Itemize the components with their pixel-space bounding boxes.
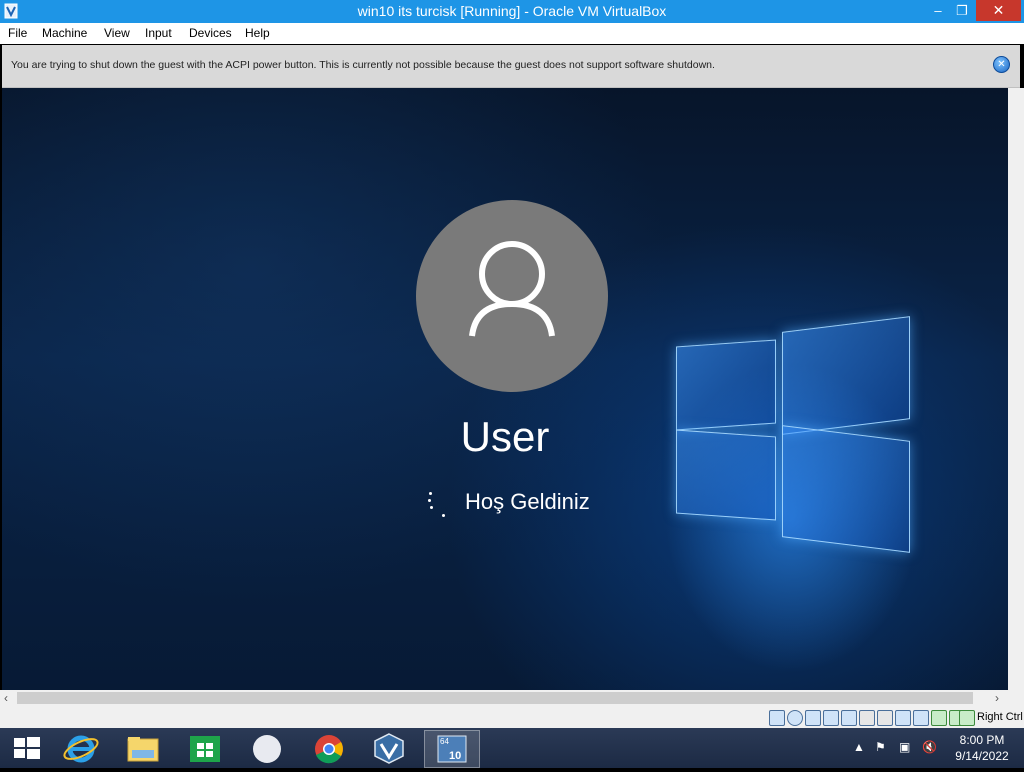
vm-status-bar: Right Ctrl [0,707,1024,728]
virtualization-icon[interactable] [931,710,947,726]
audio-icon[interactable] [805,710,821,726]
host-key-label[interactable]: Right Ctrl [977,711,1023,723]
scroll-left-icon[interactable]: ‹ [4,691,8,705]
taskbar-blank-app[interactable] [240,730,294,766]
close-button[interactable]: ✕ [976,0,1021,21]
scrollbar-thumb[interactable] [17,692,973,704]
taskbar-vm-win10[interactable]: 64 10 [424,730,480,768]
menu-devices[interactable]: Devices [189,26,232,40]
clock-time[interactable]: 8:00 PM [952,733,1012,747]
username-label: User [460,413,550,460]
clock-date[interactable]: 9/14/2022 [950,749,1014,763]
chrome-icon[interactable] [302,730,356,766]
taskbar-store[interactable] [178,730,232,766]
vm-badge-text: 64 [440,737,449,746]
action-center-flag-icon[interactable]: ⚑ [875,740,886,754]
start-button[interactable] [0,730,54,766]
notification-message: You are trying to shut down the guest wi… [11,59,715,71]
menu-input[interactable]: Input [145,26,172,40]
keyboard-capture-icon[interactable] [959,710,975,726]
horizontal-scrollbar[interactable]: ‹ › [0,690,1024,707]
guest-display[interactable]: User Hoş Geldiniz [2,88,1008,690]
window-titlebar[interactable]: win10 its turcisk [Running] - Oracle VM … [0,0,1024,23]
optical-drive-icon[interactable] [787,710,803,726]
user-icon [469,241,555,337]
vm-win10-icon[interactable]: 64 10 [425,731,479,767]
maximize-button[interactable]: ❐ [947,0,977,21]
store-icon[interactable] [178,730,232,766]
cpu-icon[interactable] [913,710,929,726]
internet-explorer-icon[interactable] [54,730,108,766]
notification-banner: You are trying to shut down the guest wi… [2,45,1020,88]
taskbar-internet-explorer[interactable] [54,730,108,766]
vm-badge-num: 10 [449,750,461,762]
menu-help[interactable]: Help [245,26,270,40]
folder-icon[interactable] [116,730,170,766]
menu-file[interactable]: File [8,26,27,40]
taskbar: 64 10 ▲ ⚑ ▣ 🔇 8:00 PM 9/14/2022 [0,728,1024,768]
taskbar-chrome[interactable] [302,730,356,766]
taskbar-virtualbox[interactable] [362,730,416,766]
guest-right-gutter [1008,88,1024,690]
volume-muted-icon[interactable]: 🔇 [922,740,937,754]
windows-start-icon[interactable] [0,730,54,766]
taskbar-file-explorer[interactable] [116,730,170,766]
user-avatar [416,200,608,392]
virtualbox-icon[interactable] [362,730,416,766]
menu-view[interactable]: View [104,26,130,40]
close-notification-icon[interactable]: ✕ [993,56,1010,73]
shared-folders-icon[interactable] [859,710,875,726]
blank-circle-icon[interactable] [240,730,294,766]
hard-disk-icon[interactable] [769,710,785,726]
video-capture-icon[interactable] [895,710,911,726]
network-icon[interactable] [823,710,839,726]
menu-machine[interactable]: Machine [42,26,87,40]
show-hidden-icons-icon[interactable]: ▲ [853,740,865,754]
network-tray-icon[interactable]: ▣ [899,740,910,754]
scroll-right-icon[interactable]: › [995,691,999,705]
menu-bar: File Machine View Input Devices Help [0,23,1024,44]
usb-icon[interactable] [841,710,857,726]
welcome-text: Hoş Geldiniz [465,489,590,514]
display-icon[interactable] [877,710,893,726]
window-title: win10 its turcisk [Running] - Oracle VM … [357,3,667,19]
